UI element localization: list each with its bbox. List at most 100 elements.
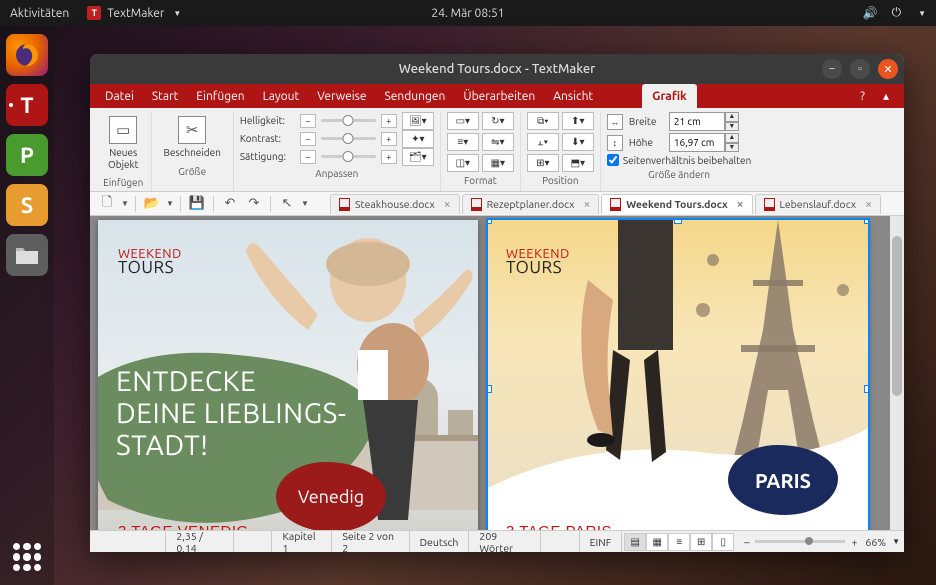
resize-handle[interactable] — [674, 220, 682, 224]
zoom-slider[interactable] — [755, 540, 845, 543]
saturation-slider[interactable] — [321, 155, 376, 158]
height-down[interactable]: ▼ — [725, 143, 739, 153]
show-applications[interactable] — [13, 543, 41, 571]
ribbon-collapse-button[interactable]: ▴ — [874, 84, 898, 108]
volume-icon[interactable]: 🔊 — [863, 6, 878, 20]
power-icon[interactable]: ⏻ — [892, 6, 902, 20]
recolor-dropdown[interactable]: 🖼▾ — [402, 112, 434, 130]
keep-ratio-checkbox[interactable]: Seitenverhältnis beibehalten — [607, 154, 751, 166]
qat-save[interactable]: 💾 — [186, 195, 208, 213]
clock[interactable]: 24. Mär 08:51 — [431, 7, 504, 20]
contrast-minus[interactable]: – — [300, 132, 316, 146]
photo-frame-dropdown[interactable]: ◫▾ — [447, 154, 479, 172]
rotate-dropdown[interactable]: ↻▾ — [482, 112, 514, 130]
menu-start[interactable]: Start — [143, 84, 187, 108]
resize-handle[interactable] — [488, 220, 492, 224]
width-down[interactable]: ▼ — [725, 122, 739, 132]
effects-dropdown[interactable]: ✦▾ — [402, 130, 434, 148]
menu-ansicht[interactable]: Ansicht — [544, 84, 602, 108]
close-tab-icon[interactable]: × — [444, 198, 451, 211]
qat-customize[interactable]: ▼ — [300, 195, 310, 213]
view-continuous[interactable]: ▯ — [712, 533, 734, 551]
titlebar[interactable]: Weekend Tours.docx - TextMaker – ▫ ✕ — [90, 54, 904, 84]
bring-front-dropdown[interactable]: ⬆▾ — [562, 112, 594, 130]
convert-dropdown[interactable]: ⬒▾ — [562, 154, 594, 172]
wrap-dropdown[interactable]: ⧉▾ — [527, 112, 559, 130]
close-tab-icon[interactable]: × — [865, 198, 872, 211]
system-menu-chevron-icon[interactable]: ▼ — [918, 9, 926, 18]
menu-sendungen[interactable]: Sendungen — [376, 84, 455, 108]
view-object[interactable]: ⊞ — [690, 533, 712, 551]
shadow-dropdown[interactable]: ▦▾ — [482, 154, 514, 172]
zoom-value[interactable]: 66% — [865, 536, 886, 548]
view-master[interactable]: ▦ — [646, 533, 668, 551]
qat-redo[interactable]: ↷ — [243, 195, 265, 213]
qat-new[interactable]: 🗋 — [96, 195, 118, 213]
page-1[interactable]: WEEKEND TOURS ENTDECKE DEINE LIEBLINGS- … — [98, 220, 478, 530]
tab-lebenslauf[interactable]: Lebenslauf.docx × — [755, 194, 881, 214]
menu-datei[interactable]: Datei — [96, 84, 143, 108]
height-up[interactable]: ▲ — [725, 133, 739, 143]
saturation-plus[interactable]: + — [381, 150, 397, 164]
qat-open[interactable]: 📂 — [141, 195, 163, 213]
new-object-button[interactable]: ▭ Neues Objekt — [102, 112, 145, 174]
maximize-button[interactable]: ▫ — [850, 59, 870, 79]
zoom-dropdown[interactable]: ▼ — [892, 537, 900, 546]
status-language[interactable]: Deutsch — [410, 531, 470, 552]
width-spinner[interactable]: ▲▼ — [669, 112, 739, 131]
qat-new-drop[interactable]: ▼ — [120, 195, 130, 213]
status-insert-mode[interactable]: EINF — [580, 531, 623, 552]
close-tab-icon[interactable]: × — [583, 198, 590, 211]
dock-presentations[interactable]: S — [6, 184, 48, 226]
brightness-minus[interactable]: – — [300, 114, 316, 128]
qat-pointer[interactable]: ↖ — [276, 195, 298, 213]
line-color-dropdown[interactable]: ▭▾ — [447, 112, 479, 130]
qat-undo[interactable]: ↶ — [219, 195, 241, 213]
context-tab-grafik[interactable]: Grafik — [642, 84, 697, 108]
status-position[interactable]: 2,35 / 0,14 — [166, 531, 233, 552]
page-2[interactable]: WEEKEND TOURS PARIS 3 TAGE PARIS — [488, 220, 868, 530]
menu-help[interactable]: ? — [851, 84, 874, 108]
align-dropdown[interactable]: ⫠▾ — [527, 133, 559, 151]
dock-files[interactable] — [6, 234, 48, 276]
view-normal[interactable]: ▤ — [624, 533, 646, 551]
width-up[interactable]: ▲ — [725, 112, 739, 122]
dock-planmaker[interactable]: P — [6, 134, 48, 176]
document-canvas[interactable]: WEEKEND TOURS ENTDECKE DEINE LIEBLINGS- … — [90, 216, 904, 530]
zoom-out[interactable]: – — [744, 536, 749, 548]
qat-open-drop[interactable]: ▼ — [165, 195, 175, 213]
resize-handle[interactable] — [864, 385, 868, 393]
send-back-dropdown[interactable]: ⬇▾ — [562, 133, 594, 151]
tab-steakhouse[interactable]: Steakhouse.docx × — [330, 194, 460, 214]
app-indicator[interactable]: T TextMaker ▼ — [87, 6, 181, 20]
crop-button[interactable]: ✂ Beschneiden — [158, 112, 227, 163]
dock-firefox[interactable] — [6, 34, 48, 76]
activities-button[interactable]: Aktivitäten — [10, 7, 69, 20]
menu-ueberarbeiten[interactable]: Überarbeiten — [454, 84, 544, 108]
status-page[interactable]: Seite 2 von 2 — [332, 531, 409, 552]
change-source-dropdown[interactable]: 🗂▾ — [402, 148, 434, 166]
close-tab-icon[interactable]: × — [737, 198, 744, 211]
minimize-button[interactable]: – — [822, 59, 842, 79]
group-dropdown[interactable]: ⊞▾ — [527, 154, 559, 172]
flip-dropdown[interactable]: ⇋▾ — [482, 133, 514, 151]
dock-textmaker[interactable]: T — [6, 84, 48, 126]
status-chapter[interactable]: Kapitel 1 — [272, 531, 332, 552]
brightness-plus[interactable]: + — [381, 114, 397, 128]
saturation-minus[interactable]: – — [300, 150, 316, 164]
height-spinner[interactable]: ▲▼ — [669, 133, 739, 152]
contrast-plus[interactable]: + — [381, 132, 397, 146]
width-input[interactable] — [669, 112, 725, 131]
brightness-slider[interactable] — [321, 119, 376, 122]
resize-handle[interactable] — [488, 385, 492, 393]
menu-einfuegen[interactable]: Einfügen — [187, 84, 253, 108]
tab-weekend-tours[interactable]: Weekend Tours.docx × — [601, 194, 752, 214]
menu-layout[interactable]: Layout — [254, 84, 309, 108]
view-outline[interactable]: ≡ — [668, 533, 690, 551]
tab-rezeptplaner[interactable]: Rezeptplaner.docx × — [462, 194, 600, 214]
height-input[interactable] — [669, 133, 725, 152]
line-width-dropdown[interactable]: ≡▾ — [447, 133, 479, 151]
zoom-in[interactable]: + — [851, 536, 857, 548]
contrast-slider[interactable] — [321, 137, 376, 140]
menu-verweise[interactable]: Verweise — [308, 84, 375, 108]
